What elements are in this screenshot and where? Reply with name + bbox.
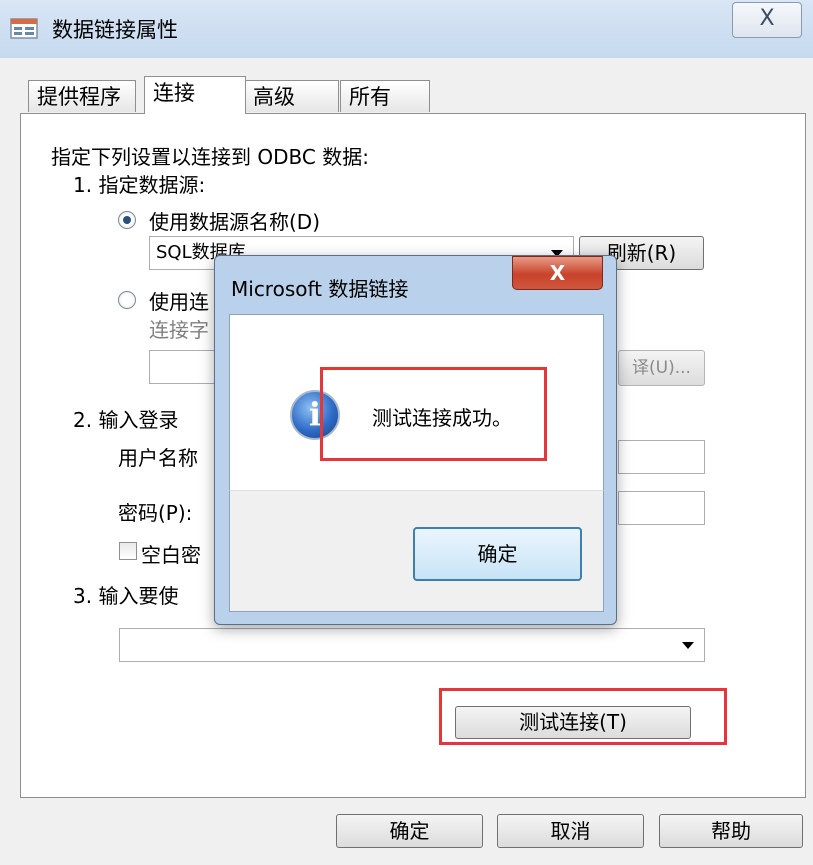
cancel-button[interactable]: 取消 — [497, 814, 644, 848]
help-button[interactable]: 帮助 — [659, 814, 803, 848]
message-highlight — [320, 367, 547, 461]
message-box-ok-button[interactable]: 确定 — [413, 527, 582, 581]
blank-password-label: 空白密 — [141, 543, 201, 567]
message-box-close-button[interactable]: X — [512, 256, 603, 290]
initial-catalog-select[interactable] — [119, 628, 705, 662]
chevron-down-icon — [682, 642, 694, 649]
radio-use-dsn[interactable] — [118, 211, 136, 229]
window-title: 数据链接属性 — [52, 18, 178, 42]
radio-use-connection-string-label: 使用连 — [149, 290, 209, 314]
compile-button[interactable]: 译(U)... — [618, 350, 705, 386]
blank-password-checkbox[interactable] — [119, 542, 137, 560]
password-input[interactable] — [618, 491, 705, 525]
title-bar: 数据链接属性 X — [0, 0, 813, 58]
username-input[interactable] — [618, 440, 705, 474]
tab-provider[interactable]: 提供程序 — [28, 80, 136, 112]
ok-button[interactable]: 确定 — [336, 814, 483, 848]
radio-use-dsn-label: 使用数据源名称(D) — [149, 210, 321, 234]
username-label: 用户名称 — [118, 446, 198, 470]
data-link-icon — [10, 18, 38, 39]
connection-string-label: 连接字 — [149, 318, 209, 342]
password-label: 密码(P): — [118, 501, 193, 525]
tab-advanced[interactable]: 高级 — [244, 80, 339, 112]
step2-label: 2. 输入登录 — [73, 408, 179, 432]
test-connection-highlight — [439, 688, 727, 745]
window-close-button[interactable]: X — [732, 2, 802, 38]
message-box-title: Microsoft 数据链接 — [231, 277, 409, 301]
step3-label: 3. 输入要使 — [73, 584, 179, 608]
intro-text: 指定下列设置以连接到 ODBC 数据: — [51, 145, 369, 169]
radio-use-connection-string[interactable] — [118, 291, 136, 309]
tab-all[interactable]: 所有 — [340, 80, 430, 112]
tab-connection[interactable]: 连接 — [144, 76, 246, 114]
step1-label: 1. 指定数据源: — [73, 173, 206, 197]
